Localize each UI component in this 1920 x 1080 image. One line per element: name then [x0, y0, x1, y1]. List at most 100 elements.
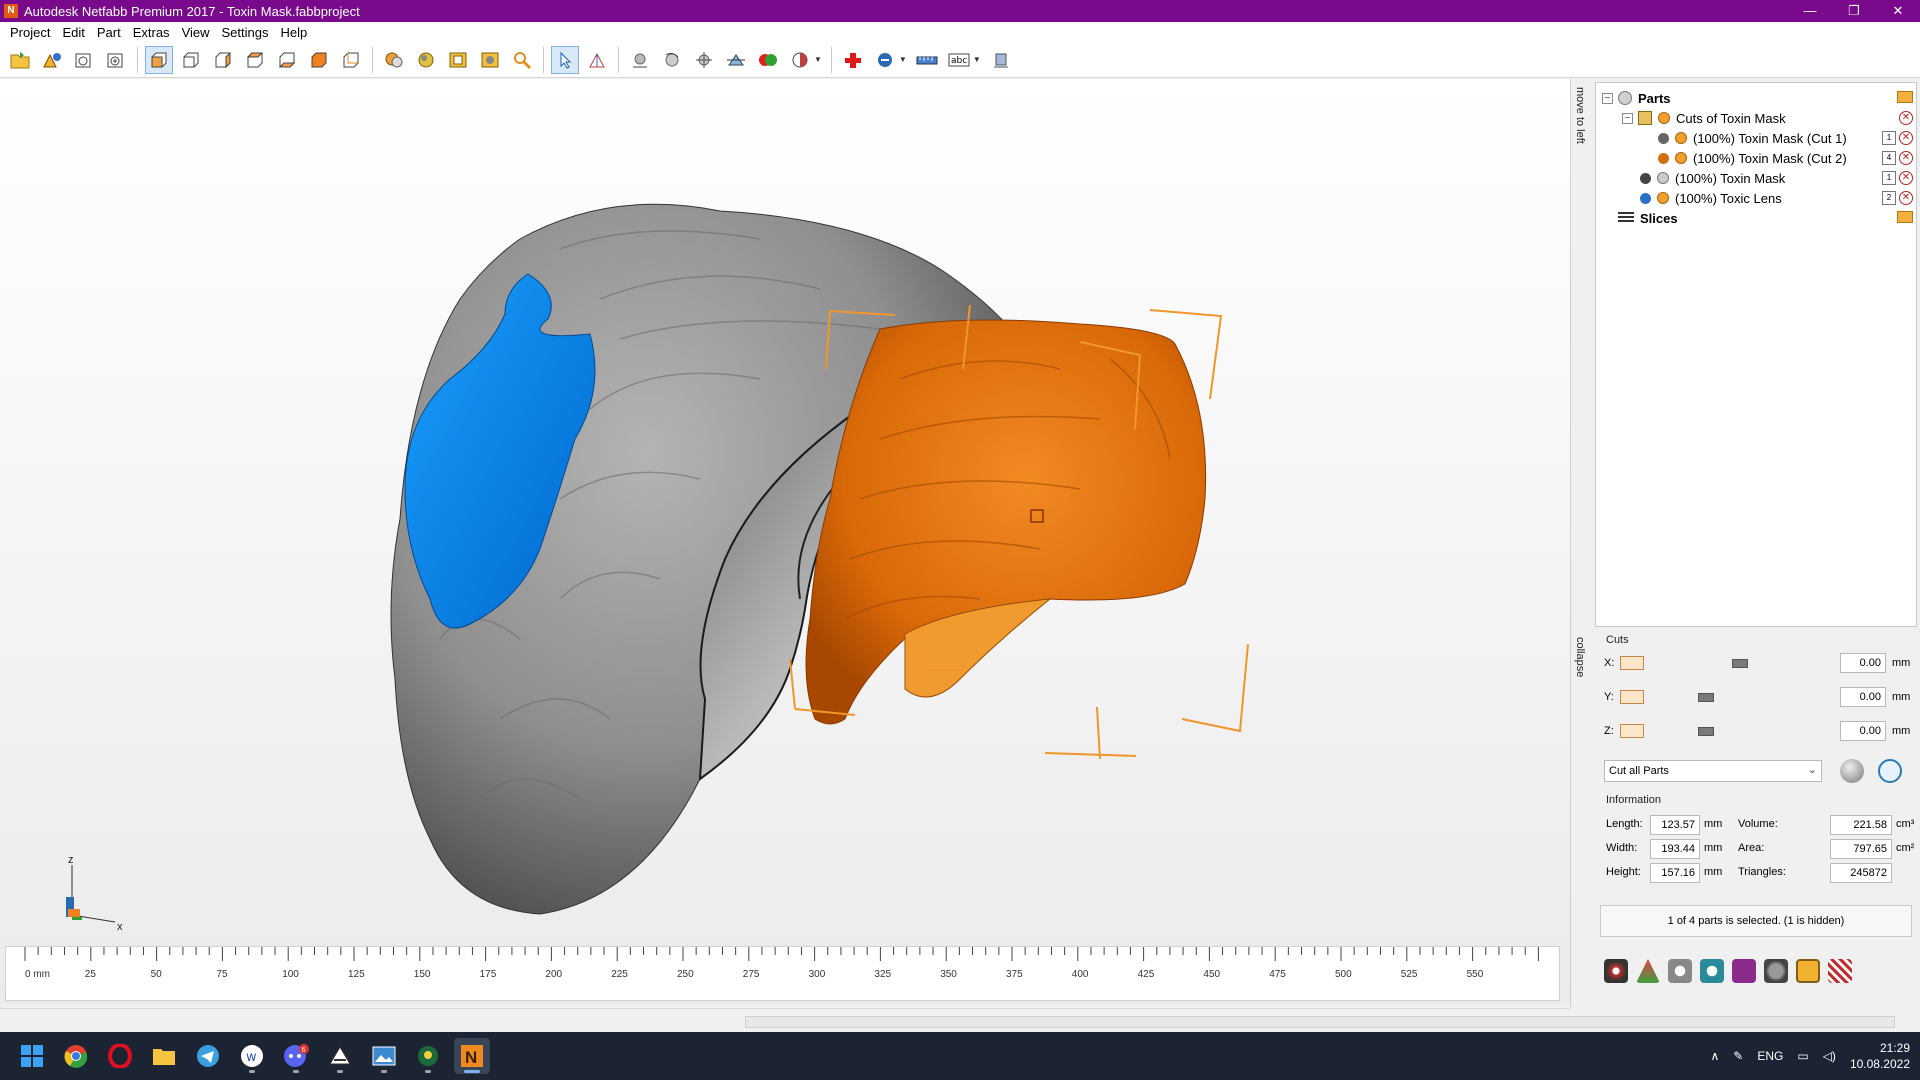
settings-part-icon[interactable] — [102, 46, 130, 74]
layers-icon[interactable] — [1764, 959, 1788, 983]
pan-view-icon[interactable] — [412, 46, 440, 74]
analysis-icon[interactable] — [871, 46, 899, 74]
language-indicator[interactable]: ENG — [1757, 1049, 1783, 1063]
cut-value-z[interactable]: 0.00 — [1840, 721, 1886, 741]
maps-globe-icon[interactable] — [410, 1038, 446, 1074]
chrome-icon[interactable] — [58, 1038, 94, 1074]
remove-icon[interactable]: ✕ — [1899, 191, 1913, 205]
cut-slider-x[interactable] — [1652, 656, 1802, 670]
select-pointer-icon[interactable] — [551, 45, 579, 74]
rotate-part-icon[interactable] — [658, 46, 686, 74]
support-icon[interactable] — [987, 46, 1015, 74]
menu-help[interactable]: Help — [275, 25, 314, 40]
cut-plane-y-toggle[interactable] — [1620, 690, 1644, 704]
visibility-eye-icon[interactable] — [1658, 112, 1670, 124]
collapse-tab[interactable]: collapse — [1574, 637, 1586, 677]
view-bottom-icon[interactable] — [337, 46, 365, 74]
warning-icon[interactable] — [1636, 959, 1660, 983]
remove-icon[interactable]: ✕ — [1899, 131, 1913, 145]
boolean-icon[interactable] — [754, 46, 782, 74]
text-label-icon[interactable]: abc — [945, 46, 973, 74]
view-default-icon[interactable] — [145, 45, 173, 74]
image-viewer-icon[interactable] — [366, 1038, 402, 1074]
view-right-icon[interactable] — [273, 46, 301, 74]
view-top-icon[interactable] — [305, 46, 333, 74]
tree-item-cut-2[interactable]: (100%) Toxin Mask (Cut 2) — [1658, 148, 1847, 168]
slider-thumb[interactable] — [1698, 693, 1714, 702]
volume-icon[interactable]: ◁) — [1823, 1049, 1836, 1063]
move-part-icon[interactable] — [690, 46, 718, 74]
discord-icon[interactable]: 6 — [278, 1038, 314, 1074]
inkscape-icon[interactable] — [322, 1038, 358, 1074]
rotate-view-icon[interactable] — [380, 46, 408, 74]
windows-start-icon[interactable] — [14, 1038, 50, 1074]
shading-icon[interactable] — [786, 46, 814, 74]
open-project-icon[interactable] — [6, 46, 34, 74]
tree-item-toxin-mask[interactable]: (100%) Toxin Mask — [1640, 168, 1785, 188]
tree-item-cut-1[interactable]: (100%) Toxin Mask (Cut 1) — [1658, 128, 1847, 148]
chevron-down-icon[interactable]: ▼ — [973, 55, 981, 64]
cut-part-icon[interactable] — [722, 46, 750, 74]
zoom-selection-icon[interactable] — [476, 46, 504, 74]
repair-icon[interactable] — [839, 46, 867, 74]
chevron-up-icon[interactable]: ∧ — [1710, 1049, 1719, 1063]
visibility-eye-icon[interactable] — [1675, 152, 1687, 164]
open-folder-icon[interactable] — [1897, 91, 1913, 103]
restore-button[interactable]: ❐ — [1832, 0, 1876, 22]
cut-mode-select[interactable]: Cut all Parts ⌄ — [1604, 760, 1822, 782]
packing-icon[interactable] — [1796, 959, 1820, 983]
menu-settings[interactable]: Settings — [216, 25, 275, 40]
3d-viewport[interactable]: z x — [0, 79, 1570, 1004]
hidden-eye-icon[interactable] — [1657, 172, 1669, 184]
cut-plane-z-toggle[interactable] — [1620, 724, 1644, 738]
cut-value-y[interactable]: 0.00 — [1840, 687, 1886, 707]
slider-thumb[interactable] — [1698, 727, 1714, 736]
tree-node-cuts-group[interactable]: − Cuts of Toxin Mask — [1622, 108, 1786, 128]
chevron-down-icon[interactable]: ▼ — [814, 55, 822, 64]
menu-edit[interactable]: Edit — [56, 25, 90, 40]
mesh-icon[interactable] — [1828, 959, 1852, 983]
zoom-all-icon[interactable] — [444, 46, 472, 74]
network-icon[interactable]: ▭ — [1797, 1049, 1808, 1063]
reset-cut-button[interactable] — [1878, 759, 1902, 783]
measure-icon[interactable] — [913, 46, 941, 74]
menu-project[interactable]: Project — [4, 25, 56, 40]
move-to-left-tab[interactable]: move to left — [1574, 87, 1586, 144]
zoom-icon[interactable] — [508, 46, 536, 74]
clock[interactable]: 21:29 10.08.2022 — [1850, 1040, 1910, 1072]
gear-icon[interactable] — [1604, 959, 1628, 983]
visibility-eye-icon[interactable] — [1657, 192, 1669, 204]
file-explorer-icon[interactable] — [146, 1038, 182, 1074]
menu-view[interactable]: View — [176, 25, 216, 40]
remove-icon[interactable]: ✕ — [1899, 111, 1913, 125]
cut-slider-z[interactable] — [1652, 724, 1802, 738]
sync-icon[interactable] — [1700, 959, 1724, 983]
remove-icon[interactable]: ✕ — [1899, 171, 1913, 185]
pen-icon[interactable]: ✎ — [1733, 1049, 1743, 1063]
add-part-icon[interactable] — [38, 46, 66, 74]
open-folder-icon[interactable] — [1897, 211, 1913, 223]
view-back-icon[interactable] — [209, 46, 237, 74]
tree-node-slices[interactable]: Slices — [1618, 208, 1678, 228]
telegram-icon[interactable] — [190, 1038, 226, 1074]
tree-node-parts[interactable]: − Parts — [1602, 88, 1671, 108]
chevron-down-icon[interactable]: ▼ — [899, 55, 907, 64]
tree-item-toxic-lens[interactable]: (100%) Toxic Lens — [1640, 188, 1782, 208]
collapse-icon[interactable]: − — [1622, 112, 1633, 124]
wps-icon[interactable]: w — [234, 1038, 270, 1074]
close-window-button[interactable]: ✕ — [1876, 0, 1920, 22]
cut-plane-x-toggle[interactable] — [1620, 656, 1644, 670]
view-front-icon[interactable] — [177, 46, 205, 74]
menu-extras[interactable]: Extras — [127, 25, 176, 40]
remove-icon[interactable]: ✕ — [1899, 151, 1913, 165]
menu-part[interactable]: Part — [91, 25, 127, 40]
cut-slider-y[interactable] — [1652, 690, 1802, 704]
cut-value-x[interactable]: 0.00 — [1840, 653, 1886, 673]
horizontal-scrollbar[interactable] — [745, 1016, 1895, 1028]
visibility-eye-icon[interactable] — [1675, 132, 1687, 144]
execute-cut-button[interactable] — [1840, 759, 1864, 783]
slider-thumb[interactable] — [1732, 659, 1748, 668]
netfabb-taskbar-icon[interactable]: N — [454, 1038, 490, 1074]
select-triangles-icon[interactable] — [583, 46, 611, 74]
toxin-mask-cut-orange-part[interactable] — [805, 319, 1207, 725]
